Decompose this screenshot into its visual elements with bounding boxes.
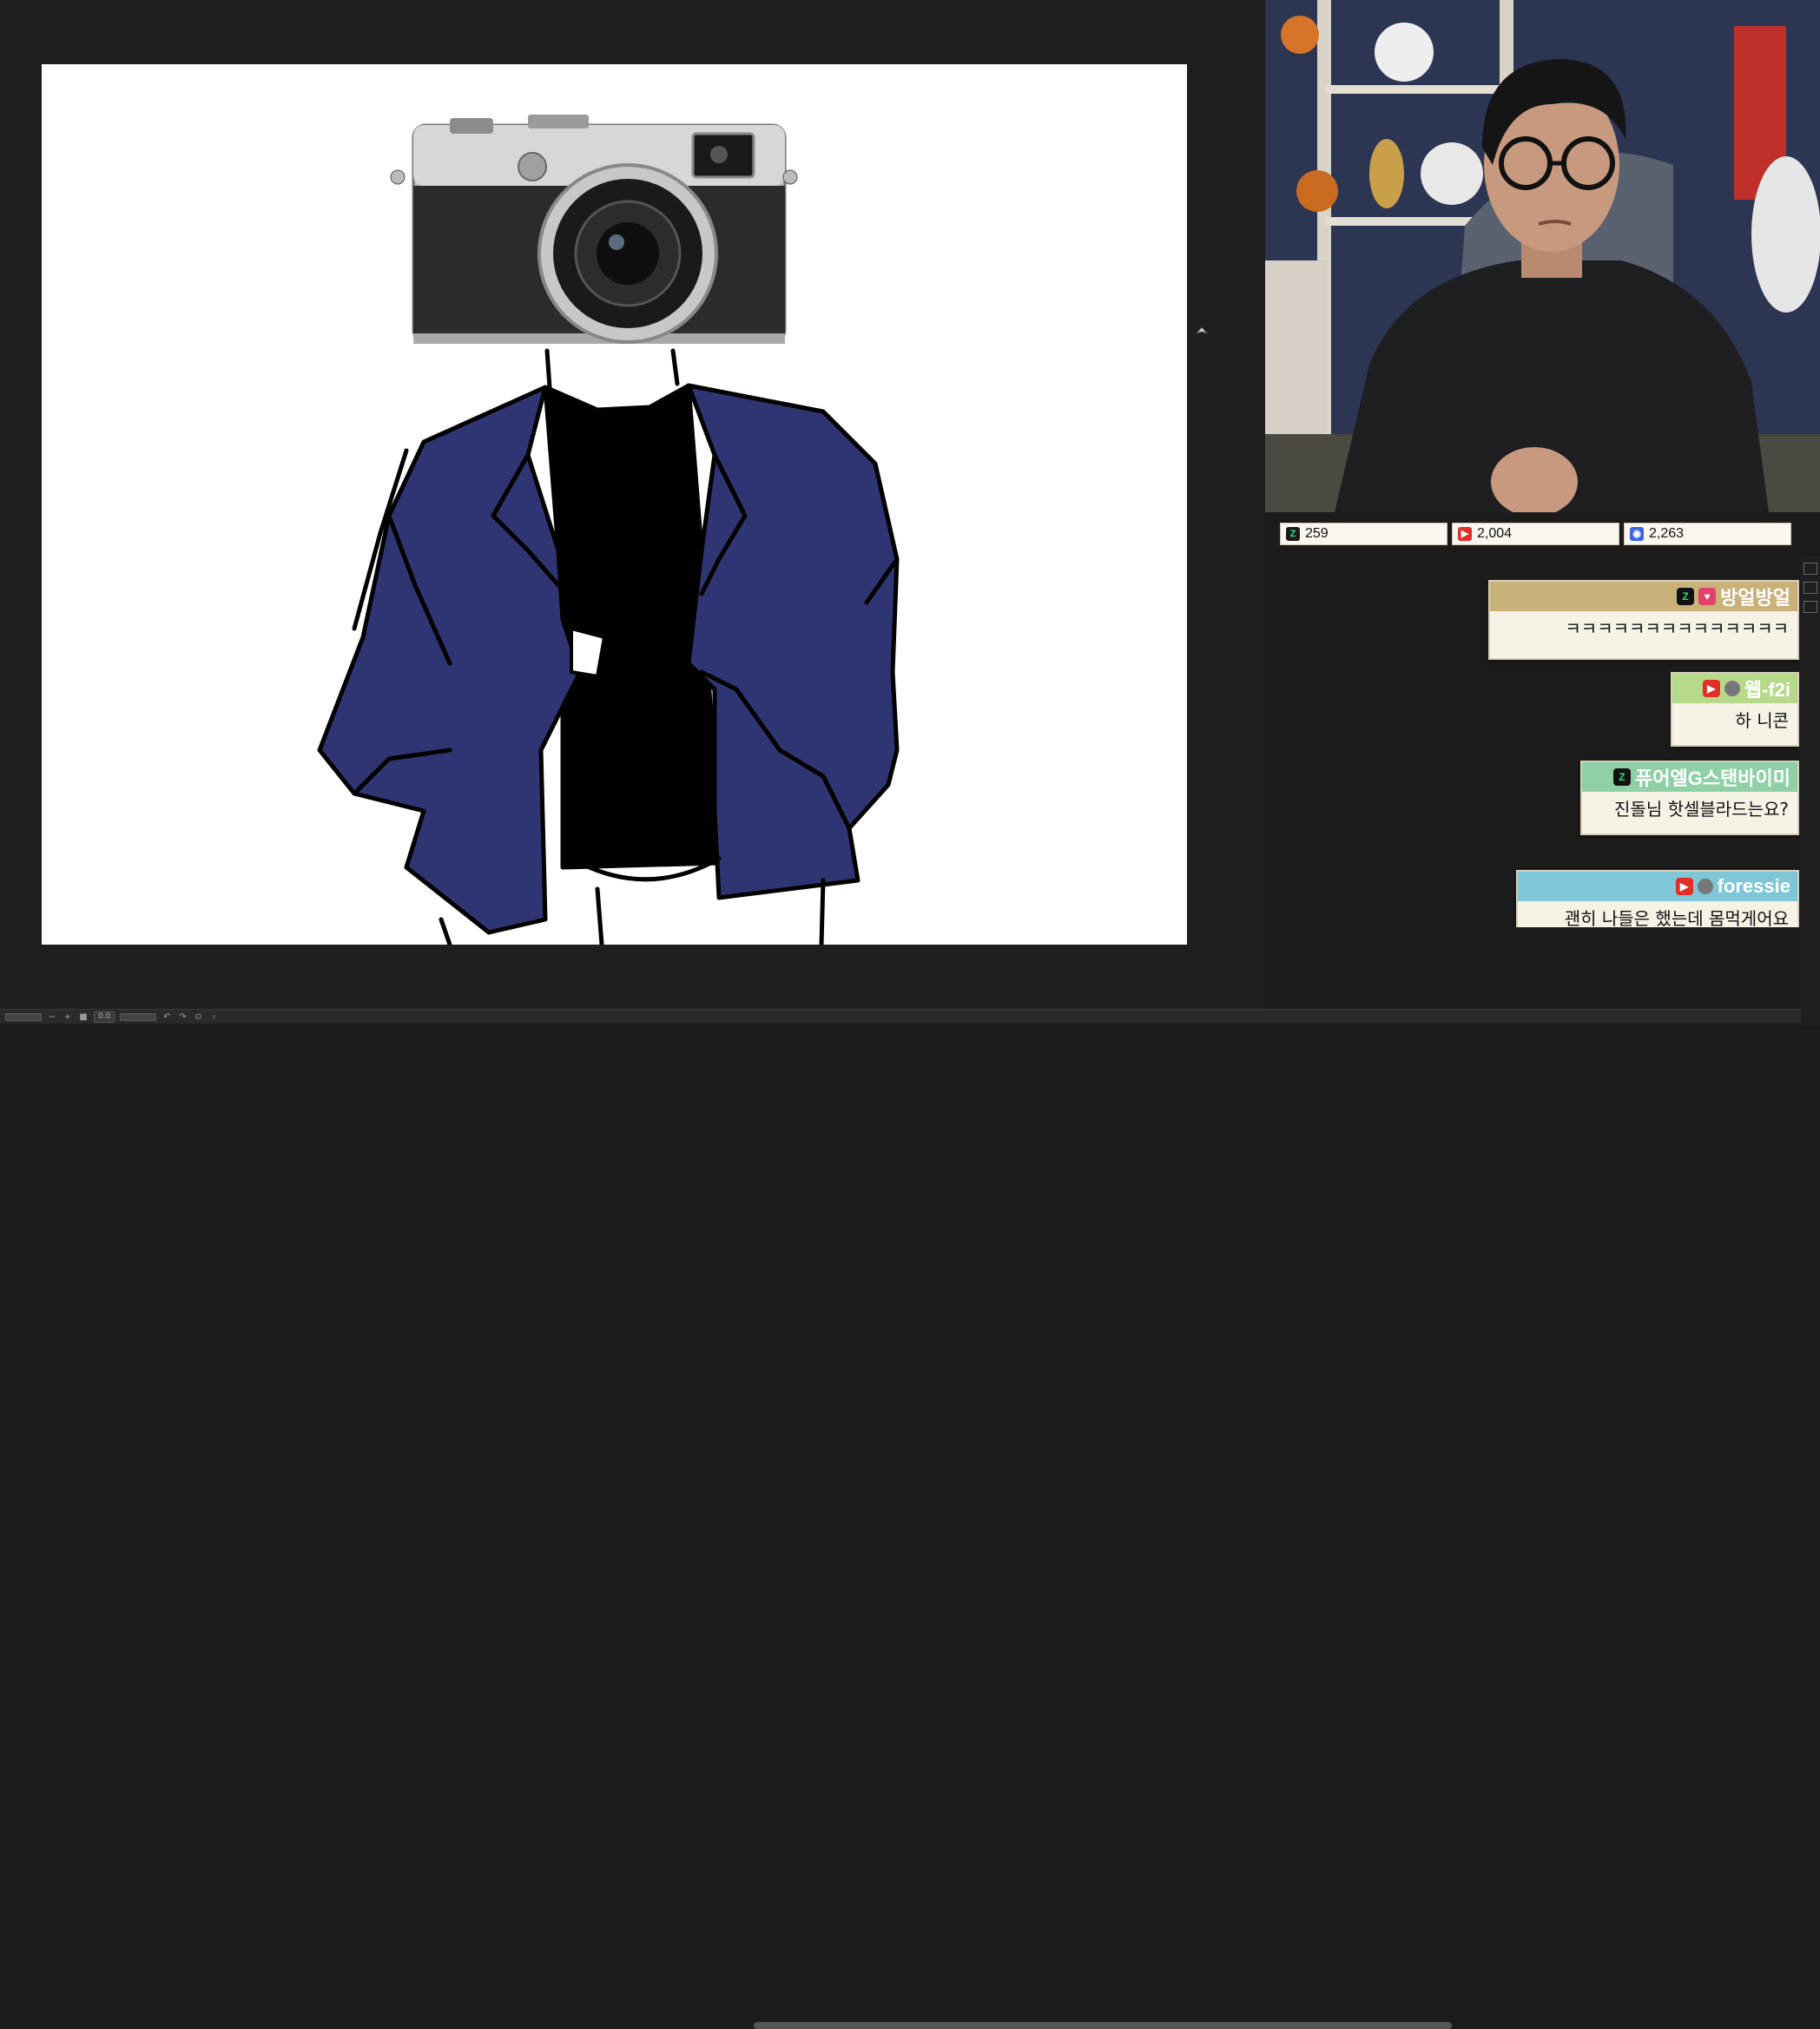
- heart-badge-icon: ♥: [1698, 588, 1717, 605]
- webcam-scene: [1265, 0, 1820, 512]
- status-bar: − + ■ 0.0 ↶ ↷ ⊙ ‹: [0, 1009, 1820, 2029]
- counter-youtube: ▶ 2,004: [1452, 523, 1619, 545]
- counter-value: 259: [1305, 526, 1329, 541]
- chat-username: 방얼방얼: [1720, 587, 1790, 609]
- illustration-camera-head-figure: [317, 115, 900, 945]
- chat-overlay: Z ♥ 방얼방얼 ㅋㅋㅋㅋㅋㅋㅋㅋㅋㅋㅋㅋㅋㅋ ▶ 웹-f2i 하 니콘 Z 퓨…: [1476, 580, 1799, 927]
- chat-username: 웹-f2i: [1744, 679, 1790, 701]
- counter-value: 2,004: [1477, 526, 1513, 541]
- fit-icon[interactable]: ■: [78, 1012, 89, 1022]
- webcam-feed: [1265, 0, 1820, 512]
- chat-message: Z 퓨어엘G스탠바이미 진돌님 핫셀블라드는요?: [1580, 761, 1799, 835]
- chat-message-header: ▶ foressie: [1518, 872, 1797, 901]
- chat-message-header: Z ♥ 방얼방얼: [1490, 582, 1797, 611]
- zoom-value-field[interactable]: 0.0: [94, 1011, 115, 1023]
- chat-message: ▶ 웹-f2i 하 니콘: [1671, 672, 1799, 747]
- chat-message-header: Z 퓨어엘G스탠바이미: [1582, 762, 1797, 792]
- rotate-right-icon[interactable]: ↷: [177, 1012, 188, 1022]
- soop-icon: ◉: [1630, 527, 1644, 541]
- chat-text: 하 니콘: [1735, 710, 1789, 731]
- chat-username: 퓨어엘G스탠바이미: [1634, 767, 1790, 789]
- avatar: [1724, 681, 1740, 696]
- navigator-slider[interactable]: [5, 1012, 42, 1021]
- jacket-figure: [317, 348, 900, 945]
- zoom-in-icon[interactable]: +: [63, 1012, 73, 1022]
- side-panel-strip: [1801, 556, 1820, 1024]
- reset-rotation-icon[interactable]: ⊙: [193, 1012, 203, 1022]
- youtube-icon: ▶: [1675, 878, 1693, 895]
- flip-icon[interactable]: ‹: [208, 1012, 219, 1022]
- chzzk-icon: Z: [1677, 588, 1695, 605]
- chat-text: 괜히 나들은 했는데 몸먹게어요: [1564, 908, 1789, 927]
- rotate-left-icon[interactable]: ↶: [162, 1012, 172, 1022]
- drawing-canvas[interactable]: [42, 64, 1187, 945]
- panel-icon[interactable]: [1804, 582, 1817, 594]
- chat-username: foressie: [1717, 875, 1790, 897]
- youtube-icon: ▶: [1702, 680, 1720, 697]
- viewer-counters: Z 259 ▶ 2,004 ◉ 2,263: [1280, 523, 1791, 545]
- chat-text: 진돌님 핫셀블라드는요?: [1614, 799, 1789, 820]
- chat-message-header: ▶ 웹-f2i: [1672, 674, 1797, 703]
- chzzk-icon: Z: [1612, 768, 1631, 786]
- panel-icon[interactable]: [1804, 563, 1817, 575]
- counter-soop: ◉ 2,263: [1624, 523, 1791, 545]
- camera-illustration: [390, 115, 798, 344]
- drawing-workspace[interactable]: [0, 0, 1264, 1009]
- eye-icon[interactable]: [1804, 601, 1817, 613]
- counter-chzzk: Z 259: [1280, 523, 1447, 545]
- chat-text: ㅋㅋㅋㅋㅋㅋㅋㅋㅋㅋㅋㅋㅋㅋ: [1565, 618, 1789, 639]
- chat-message: Z ♥ 방얼방얼 ㅋㅋㅋㅋㅋㅋㅋㅋㅋㅋㅋㅋㅋㅋ: [1488, 580, 1799, 660]
- rotation-slider[interactable]: [120, 1012, 157, 1021]
- avatar: [1697, 879, 1713, 894]
- horizontal-scrollbar[interactable]: [754, 2022, 1452, 2029]
- chat-message: ▶ foressie 괜히 나들은 했는데 몸먹게어요: [1516, 870, 1799, 927]
- brush-cursor-icon: [1195, 326, 1209, 335]
- youtube-icon: ▶: [1458, 527, 1472, 541]
- chzzk-icon: Z: [1286, 527, 1300, 541]
- zoom-out-icon[interactable]: −: [47, 1012, 57, 1022]
- counter-value: 2,263: [1649, 526, 1685, 541]
